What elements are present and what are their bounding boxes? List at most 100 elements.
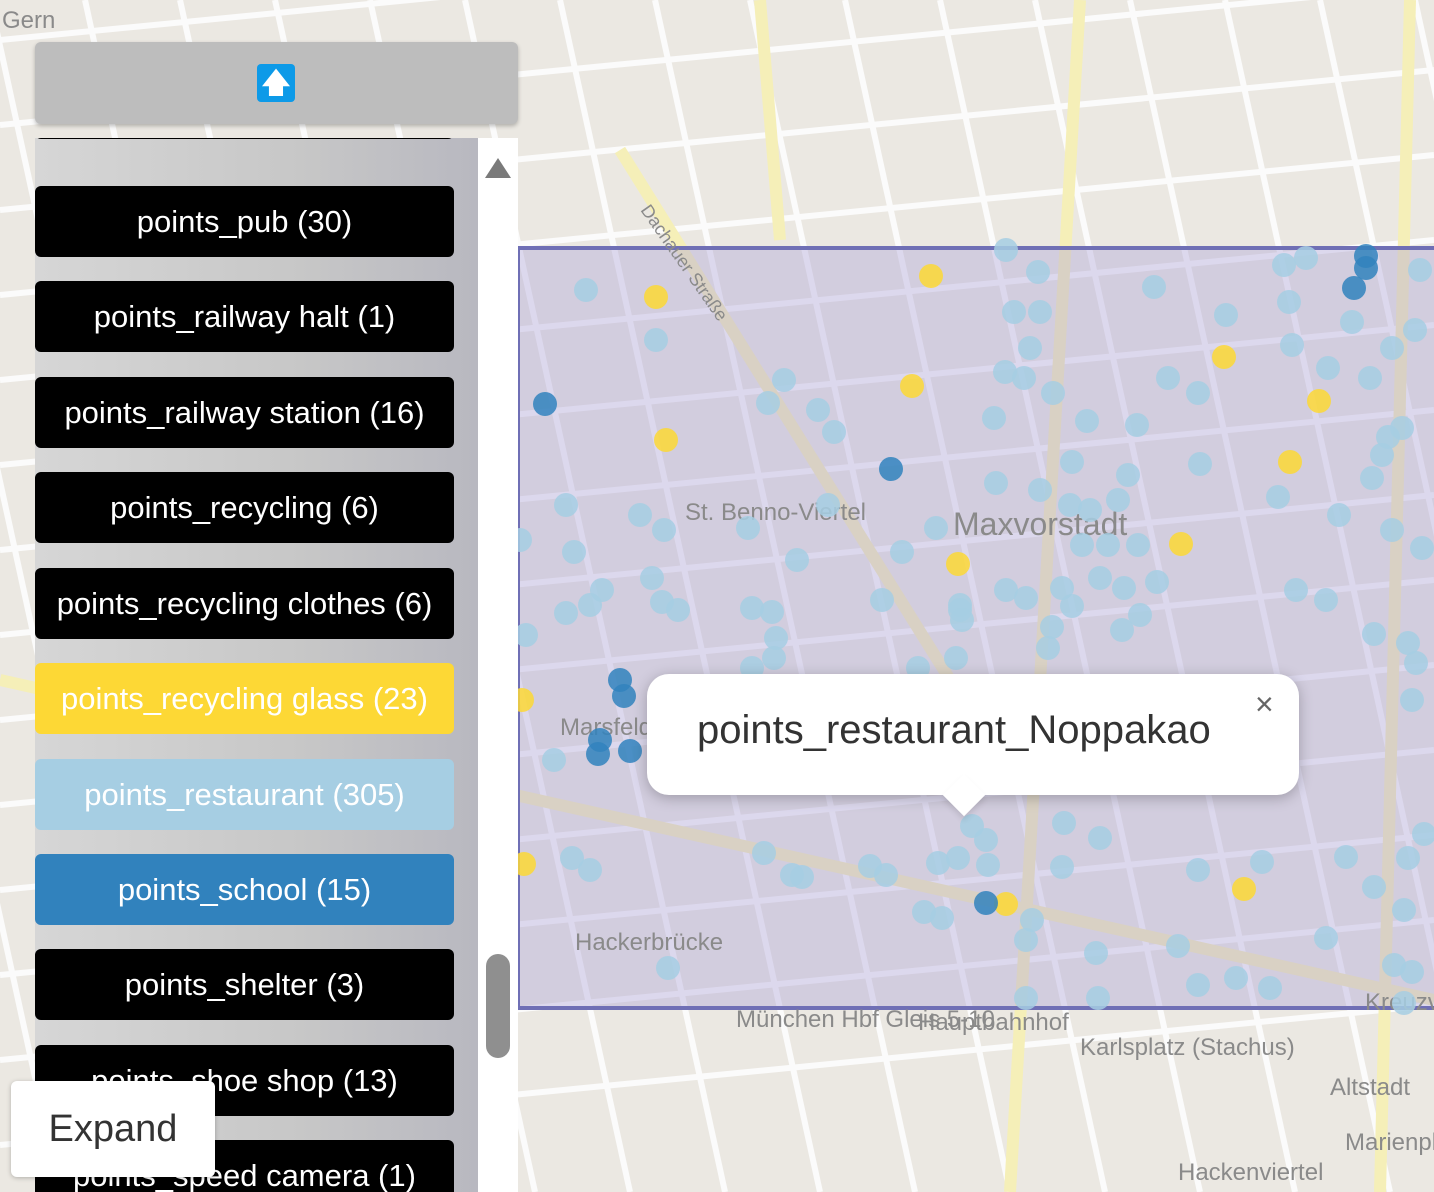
restaurant-point	[806, 398, 830, 422]
restaurant-point	[1078, 498, 1102, 522]
restaurant-point	[874, 863, 898, 887]
restaurant-point	[1334, 845, 1358, 869]
restaurant-point	[1380, 336, 1404, 360]
restaurant-point	[822, 420, 846, 444]
restaurant-point	[1392, 991, 1416, 1015]
restaurant-point	[1280, 333, 1304, 357]
restaurant-point	[1403, 318, 1427, 342]
restaurant-point	[736, 516, 760, 540]
scrollbar-thumb[interactable]	[486, 954, 510, 1058]
layer-button[interactable]: points_recycling clothes (6)	[35, 568, 454, 639]
restaurant-point	[785, 548, 809, 572]
place-label: Gern	[2, 7, 55, 34]
restaurant-point	[1110, 618, 1134, 642]
layer-button[interactable]: points_railway halt (1)	[35, 281, 454, 352]
popup-text: points_restaurant_Noppakao	[697, 708, 1211, 752]
restaurant-point	[562, 540, 586, 564]
restaurant-point	[946, 846, 970, 870]
restaurant-point	[926, 851, 950, 875]
restaurant-point	[1112, 576, 1136, 600]
place-label: Altstadt	[1330, 1074, 1410, 1101]
restaurant-point	[1126, 533, 1150, 557]
restaurant-point	[1214, 303, 1238, 327]
school-point	[618, 739, 642, 763]
layer-button[interactable]: points_p... (..)	[35, 138, 454, 139]
restaurant-point	[1040, 615, 1064, 639]
school-point	[612, 684, 636, 708]
restaurant-point	[1014, 586, 1038, 610]
layer-button[interactable]: points_shelter (3)	[35, 949, 454, 1020]
restaurant-point	[1360, 466, 1384, 490]
restaurant-point	[1060, 594, 1084, 618]
restaurant-point	[1400, 960, 1424, 984]
restaurant-point	[994, 238, 1018, 262]
restaurant-point	[1145, 570, 1169, 594]
restaurant-point	[924, 516, 948, 540]
recycling-glass-point	[1169, 532, 1193, 556]
restaurant-point	[1404, 651, 1428, 675]
restaurant-point	[790, 865, 814, 889]
layer-button[interactable]: points_recycling (6)	[35, 472, 454, 543]
restaurant-point	[652, 518, 676, 542]
restaurant-point	[974, 828, 998, 852]
restaurant-point	[1026, 260, 1050, 284]
restaurant-point	[1400, 688, 1424, 712]
arrow-up-icon: 🡅	[261, 67, 291, 98]
restaurant-point	[1070, 533, 1094, 557]
restaurant-point	[656, 956, 680, 980]
restaurant-point	[1250, 850, 1274, 874]
restaurant-point	[1084, 941, 1108, 965]
place-label: Hackenviertel	[1178, 1159, 1323, 1186]
restaurant-point	[740, 596, 764, 620]
collapse-panel-button[interactable]: 🡅	[257, 64, 295, 102]
restaurant-point	[1258, 976, 1282, 1000]
restaurant-point	[1088, 566, 1112, 590]
restaurant-point	[578, 858, 602, 882]
restaurant-point	[1142, 275, 1166, 299]
close-icon[interactable]: ×	[1255, 688, 1274, 720]
school-point	[1342, 276, 1366, 300]
place-label: Hackerbrücke	[575, 929, 723, 956]
restaurant-point	[1028, 300, 1052, 324]
restaurant-point	[1392, 898, 1416, 922]
layer-button[interactable]: points_school (15)	[35, 854, 454, 925]
layer-button[interactable]: points_recycling glass (23)	[35, 663, 454, 734]
restaurant-point	[1088, 826, 1112, 850]
restaurant-point	[542, 748, 566, 772]
restaurant-point	[1408, 258, 1432, 282]
scroll-up-arrow-icon[interactable]	[485, 158, 511, 178]
layer-button[interactable]: points_pub (30)	[35, 186, 454, 257]
restaurant-point	[870, 588, 894, 612]
restaurant-point	[1125, 413, 1149, 437]
restaurant-point	[1186, 973, 1210, 997]
restaurant-point	[1314, 588, 1338, 612]
layer-button[interactable]: points_restaurant (305)	[35, 759, 454, 830]
school-point	[533, 392, 557, 416]
recycling-glass-point	[1278, 450, 1302, 474]
restaurant-point	[1166, 934, 1190, 958]
restaurant-point	[930, 906, 954, 930]
restaurant-point	[1018, 336, 1042, 360]
bounding-box	[516, 246, 1434, 1010]
school-point	[586, 742, 610, 766]
layer-button[interactable]: points_railway station (16)	[35, 377, 454, 448]
restaurant-point	[1096, 533, 1120, 557]
restaurant-point	[574, 278, 598, 302]
place-label: Hauptbahnhof	[918, 1009, 1069, 1036]
restaurant-point	[640, 566, 664, 590]
restaurant-point	[628, 503, 652, 527]
restaurant-point	[816, 493, 840, 517]
restaurant-point	[1186, 858, 1210, 882]
restaurant-point	[1314, 926, 1338, 950]
restaurant-point	[1186, 381, 1210, 405]
recycling-glass-point	[1232, 877, 1256, 901]
restaurant-point	[1224, 966, 1248, 990]
layer-list[interactable]: points_p... (..) points_pub (30) points_ra…	[35, 138, 478, 1192]
restaurant-point	[1028, 478, 1052, 502]
restaurant-point	[1340, 310, 1364, 334]
place-label: Karlsplatz (Stachus)	[1080, 1034, 1295, 1061]
expand-button[interactable]: Expand	[11, 1081, 215, 1177]
restaurant-point	[1014, 986, 1038, 1010]
recycling-glass-point	[1307, 389, 1331, 413]
restaurant-point	[1060, 450, 1084, 474]
